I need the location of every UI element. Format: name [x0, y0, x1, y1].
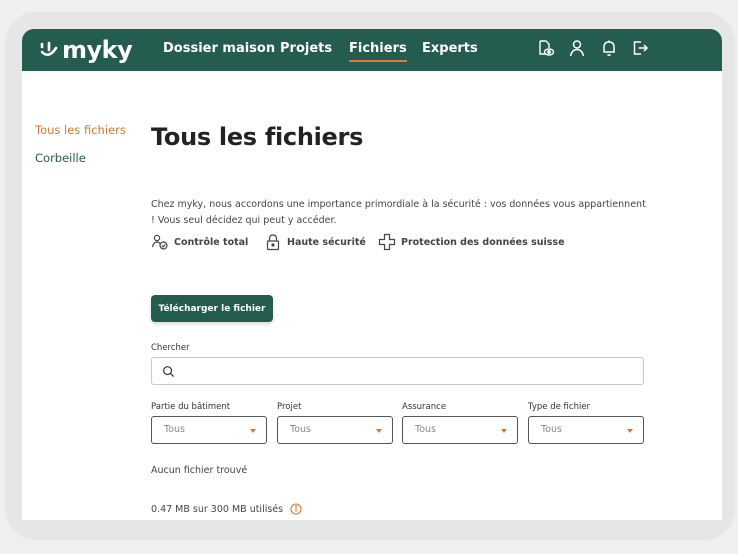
lock-icon [266, 234, 280, 251]
feature-control: Contrôle total [151, 233, 248, 251]
chevron-down-icon [501, 429, 507, 433]
filter-label-insurance: Assurance [402, 402, 447, 412]
feature-label: Contrôle total [174, 236, 249, 248]
nav-projets[interactable]: Projets [280, 41, 332, 56]
filter-value: Tous [541, 424, 562, 435]
logout-icon[interactable] [630, 38, 650, 58]
nav-experts[interactable]: Experts [422, 41, 478, 56]
top-navigation: myky Dossier maison Projets Fichiers Exp… [22, 29, 722, 71]
filter-value: Tous [415, 424, 436, 435]
empty-state-message: Aucun fichier trouvé [151, 465, 248, 476]
filter-label-file-type: Type de fichier [528, 402, 591, 412]
storage-usage: 0.47 MB sur 300 MB utilisés [151, 503, 302, 515]
filter-select-insurance[interactable]: Tous [402, 416, 518, 444]
filter-select-project[interactable]: Tous [277, 416, 393, 444]
smile-logo-icon [40, 41, 58, 57]
sidebar-item-all-files[interactable]: Tous les fichiers [35, 123, 126, 137]
feature-label: Protection des données suisse [401, 236, 565, 248]
user-check-icon [151, 234, 168, 250]
search-icon [163, 365, 175, 377]
chevron-down-icon [627, 429, 633, 433]
feature-security: Haute sécurité [264, 233, 366, 251]
filter-value: Tous [164, 424, 185, 435]
security-intro-text: Chez myky, nous accordons une importance… [151, 199, 646, 226]
chevron-down-icon [376, 429, 382, 433]
filter-select-file-type[interactable]: Tous [528, 416, 644, 444]
app-screen: myky Dossier maison Projets Fichiers Exp… [22, 29, 722, 520]
search-label: Chercher [151, 343, 190, 353]
filter-select-building-part[interactable]: Tous [151, 416, 267, 444]
search-input[interactable] [181, 359, 643, 383]
upload-file-button[interactable]: Télécharger le fichier [151, 295, 273, 322]
chevron-down-icon [250, 429, 256, 433]
user-icon[interactable] [567, 38, 587, 58]
filter-value: Tous [290, 424, 311, 435]
storage-usage-text: 0.47 MB sur 300 MB utilisés [151, 503, 284, 515]
nav-dossier-maison[interactable]: Dossier maison [163, 41, 275, 56]
filter-label-project: Projet [277, 402, 302, 412]
dossier-eye-icon[interactable] [535, 38, 555, 58]
info-icon[interactable] [290, 503, 302, 515]
brand-logo[interactable]: myky [38, 35, 133, 65]
search-field[interactable] [151, 357, 644, 385]
feature-label: Haute sécurité [287, 236, 366, 248]
sidebar-item-trash[interactable]: Corbeille [35, 151, 86, 165]
filter-label-building-part: Partie du bâtiment [151, 402, 231, 412]
feature-swiss-protection: Protection des données suisse [378, 233, 565, 251]
swiss-cross-icon [378, 233, 396, 251]
page-title: Tous les fichiers [151, 123, 364, 151]
brand-name: myky [62, 36, 133, 64]
nav-fichiers[interactable]: Fichiers [349, 41, 407, 62]
bell-icon[interactable] [599, 38, 619, 58]
